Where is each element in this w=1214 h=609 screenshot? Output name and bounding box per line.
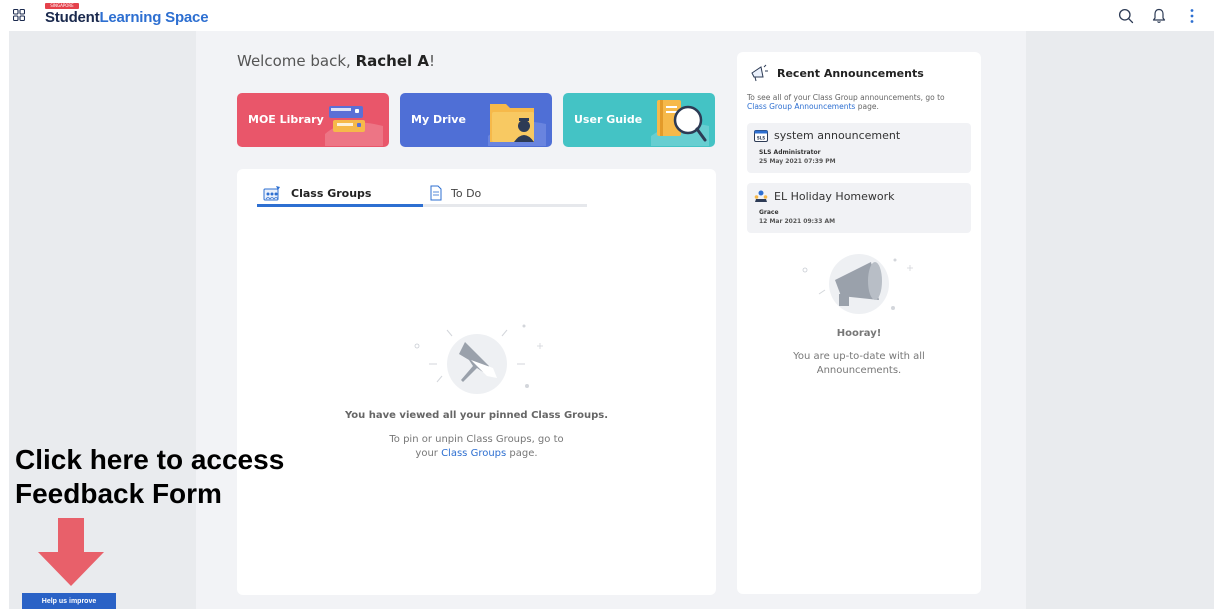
tile-label: MOE Library xyxy=(248,113,324,126)
announcement-item[interactable]: EL Holiday Homework Grace 12 Mar 2021 09… xyxy=(747,183,971,233)
sls-icon: SLS xyxy=(754,129,768,142)
help-us-improve-button[interactable]: Help us improve xyxy=(22,593,116,609)
class-groups-icon xyxy=(263,186,280,201)
empty-state-title: You have viewed all your pinned Class Gr… xyxy=(344,410,609,421)
feedback-callout-text: Click here to access Feedback Form xyxy=(15,443,284,511)
announcement-item[interactable]: SLS system announcement SLS Administrato… xyxy=(747,123,971,173)
logo-text: StudentLearning Space xyxy=(45,9,209,26)
search-icon[interactable] xyxy=(1117,7,1134,24)
down-arrow-icon xyxy=(38,518,104,586)
tile-moe-library[interactable]: MOE Library xyxy=(237,93,389,147)
tile-label: User Guide xyxy=(574,113,643,126)
announcements-intro-prefix: To see all of your Class Group announcem… xyxy=(747,93,945,102)
empty-state-line2-suffix: page. xyxy=(506,448,538,459)
announcement-title: EL Holiday Homework xyxy=(774,189,895,203)
active-tab-indicator xyxy=(257,204,423,207)
announcement-title: system announcement xyxy=(774,129,901,142)
uptodate-line2: Announcements. xyxy=(816,365,902,376)
announcements-intro: To see all of your Class Group announcem… xyxy=(747,93,972,111)
megaphone-icon xyxy=(751,64,768,82)
todo-document-icon xyxy=(430,185,442,201)
tile-my-drive[interactable]: My Drive xyxy=(400,93,552,147)
empty-state-line1: To pin or unpin Class Groups, go to xyxy=(389,434,564,445)
uptodate-text: You are up-to-date with all Announcement… xyxy=(737,350,981,378)
right-margin-panel xyxy=(1026,31,1214,609)
top-bar: SINGAPORE StudentLearning Space xyxy=(0,0,1214,31)
logo-learning-space: Learning Space xyxy=(99,9,209,26)
announcement-date: 25 May 2021 07:39 PM xyxy=(759,158,836,165)
tab-class-groups-label: Class Groups xyxy=(291,186,372,200)
class-group-icon xyxy=(754,190,768,202)
announcement-title-row: SLS system announcement xyxy=(754,129,900,142)
drive-folder-icon xyxy=(488,104,546,146)
announcement-title-row: EL Holiday Homework xyxy=(754,189,895,203)
tile-label: My Drive xyxy=(411,113,466,126)
callout-line1: Click here to access xyxy=(15,444,285,475)
announcement-author: SLS Administrator xyxy=(759,149,821,156)
announcements-title: Recent Announcements xyxy=(777,66,924,80)
tab-bar: Class Groups To Do xyxy=(257,179,587,207)
tile-user-guide[interactable]: User Guide xyxy=(563,93,715,147)
apps-grid-icon[interactable] xyxy=(13,9,25,21)
megaphone-illustration xyxy=(802,254,913,314)
callout-line2: Feedback Form xyxy=(15,478,222,509)
welcome-message: Welcome back, Rachel A! xyxy=(237,52,435,70)
welcome-prefix: Welcome back, xyxy=(237,52,356,70)
more-vert-icon[interactable] xyxy=(1183,7,1200,24)
tab-class-groups[interactable]: Class Groups xyxy=(263,179,371,207)
library-folders-icon xyxy=(325,106,383,146)
class-group-announcements-link[interactable]: Class Group Announcements xyxy=(747,102,855,111)
top-right-icons xyxy=(1117,7,1200,24)
empty-state-subtitle: To pin or unpin Class Groups, go to your… xyxy=(237,433,716,461)
sls-logo[interactable]: SINGAPORE StudentLearning Space xyxy=(45,3,209,26)
tab-todo-label: To Do xyxy=(451,186,482,200)
announcements-header: Recent Announcements xyxy=(749,64,924,82)
bell-icon[interactable] xyxy=(1150,7,1167,24)
svg-text:SLS: SLS xyxy=(757,135,765,140)
announcement-date: 12 Mar 2021 09:33 AM xyxy=(759,218,836,225)
announcements-intro-suffix: page. xyxy=(855,102,879,111)
welcome-suffix: ! xyxy=(428,52,435,70)
pin-illustration xyxy=(414,324,543,394)
hooray-text: Hooray! xyxy=(836,328,882,339)
empty-state-line2-prefix: your xyxy=(415,448,442,459)
logo-student: Student xyxy=(45,9,100,26)
class-groups-link[interactable]: Class Groups xyxy=(441,448,506,459)
user-name: Rachel A xyxy=(355,52,429,70)
uptodate-line1: You are up-to-date with all xyxy=(793,351,925,362)
announcement-author: Grace xyxy=(759,209,779,216)
announcements-panel: Recent Announcements To see all of your … xyxy=(737,52,981,594)
class-groups-card: Class Groups To Do You have viewed all y… xyxy=(237,169,716,595)
tab-todo[interactable]: To Do xyxy=(429,179,481,207)
guide-book-magnifier-icon xyxy=(651,100,709,146)
